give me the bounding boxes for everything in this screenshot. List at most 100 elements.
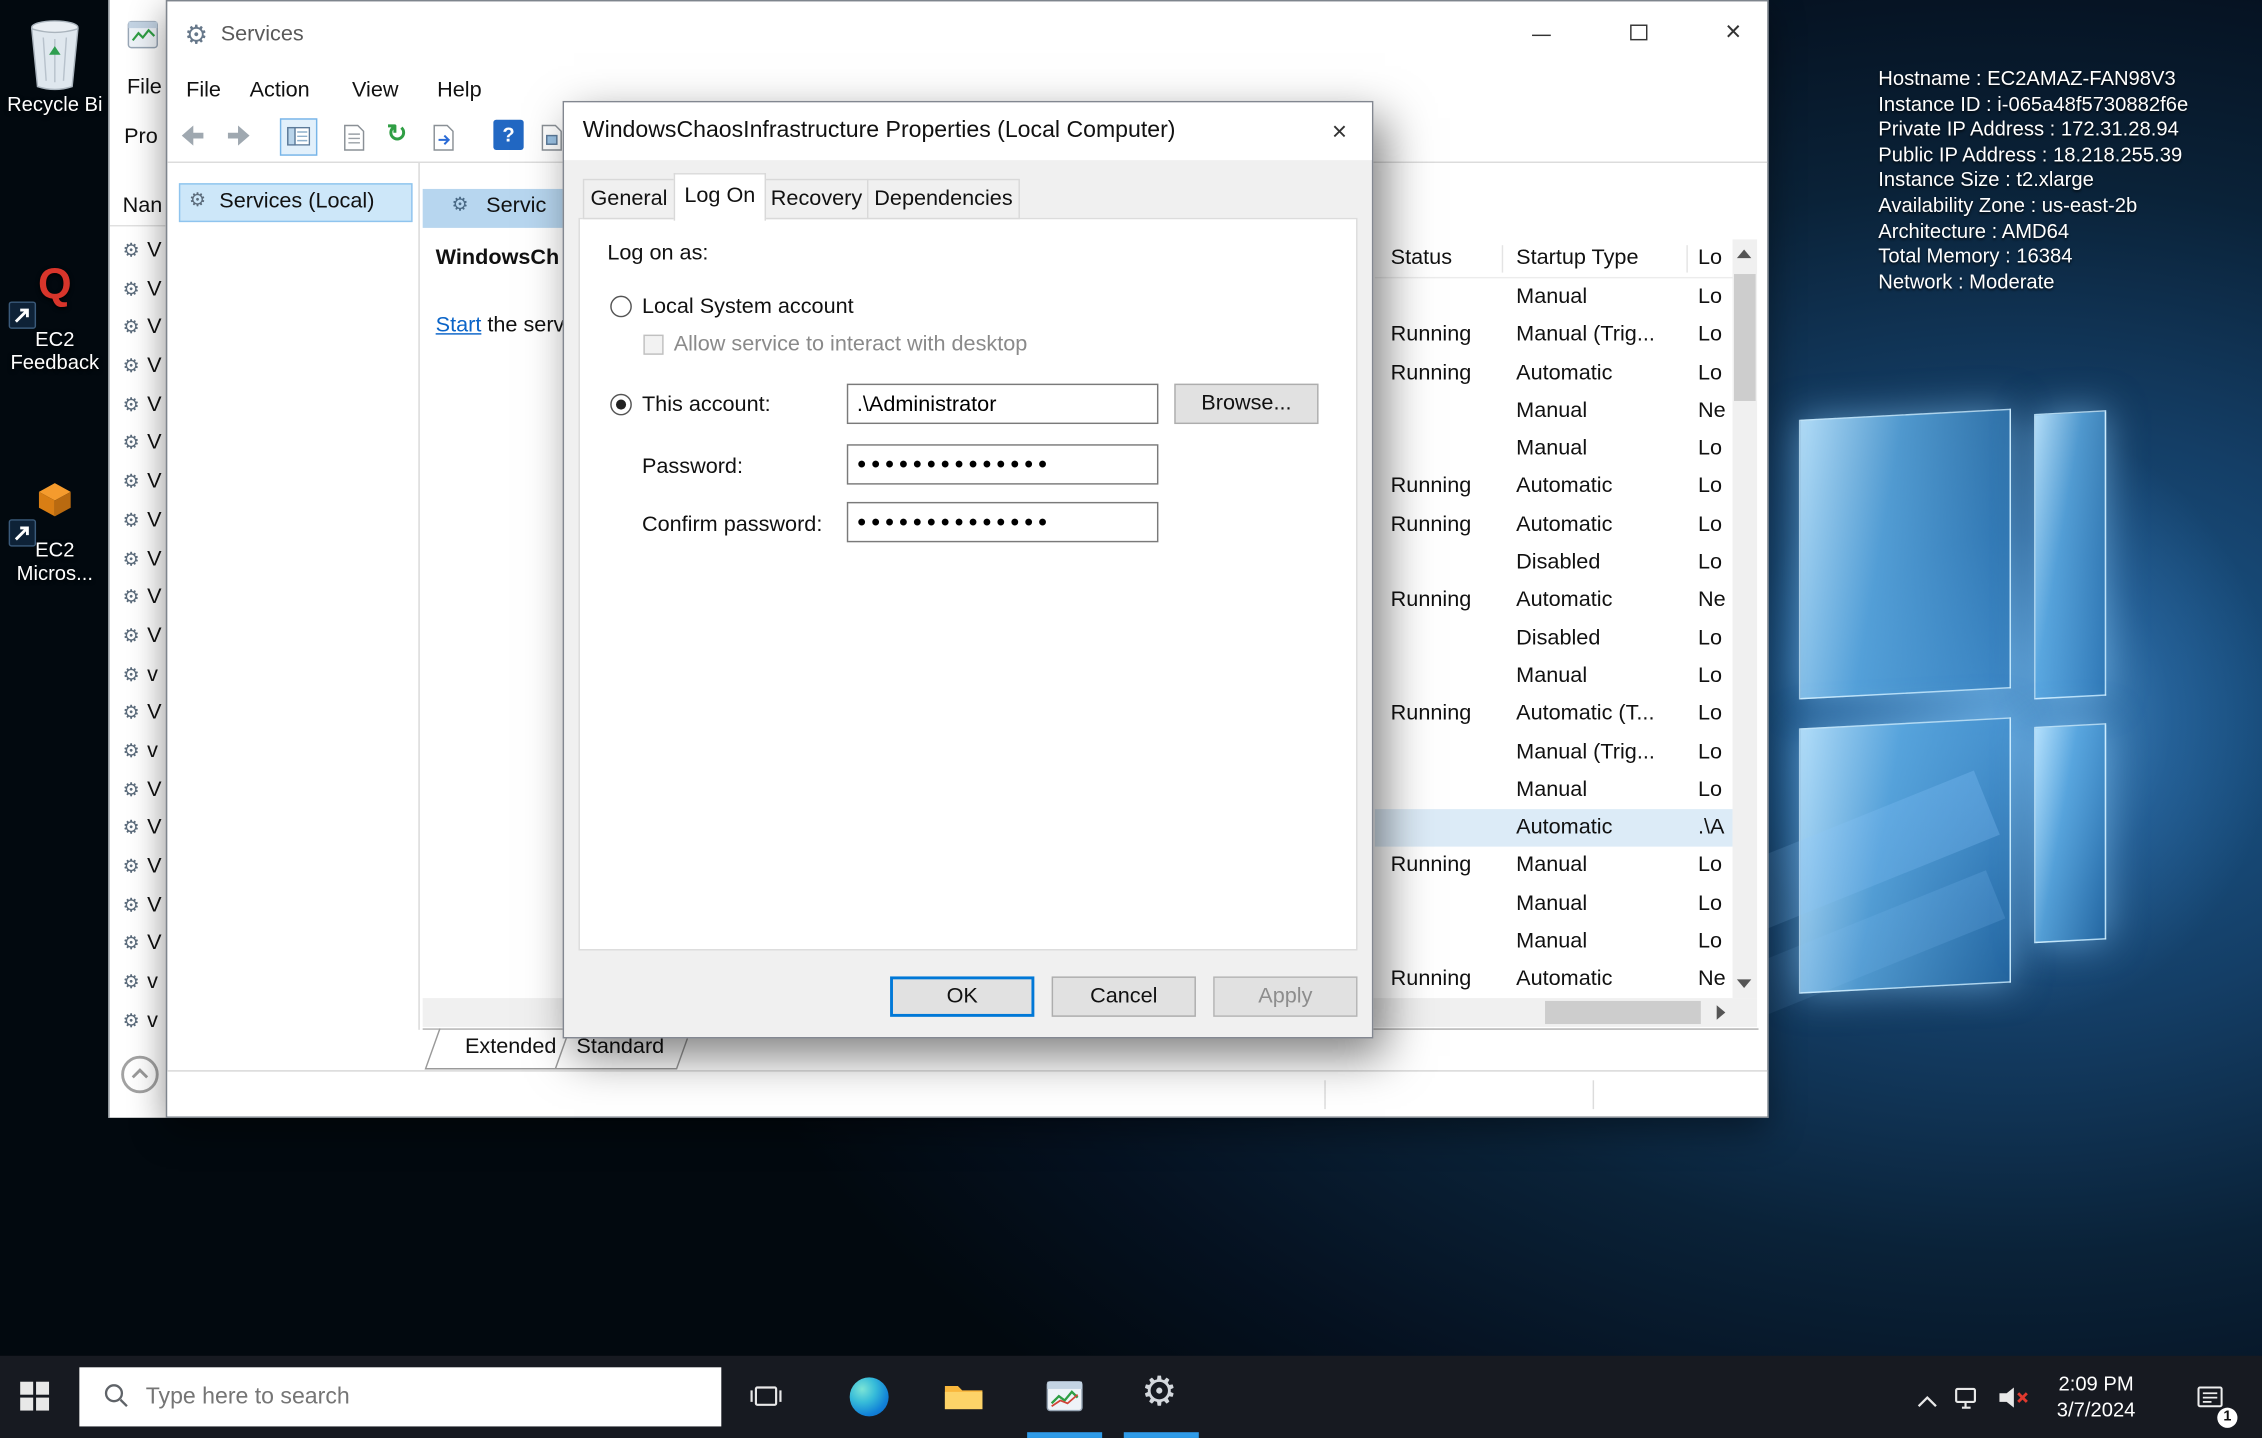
service-list-row[interactable]: Running Automatic (T... Lo — [1375, 696, 1733, 734]
service-list-row[interactable]: Running Automatic Ne — [1375, 582, 1733, 620]
service-list-row[interactable]: Manual Lo — [1375, 278, 1733, 316]
column-divider[interactable] — [1502, 245, 1503, 272]
browse-button[interactable]: Browse... — [1174, 384, 1318, 424]
tree-item-services-local[interactable]: ⚙ Services (Local) — [179, 183, 413, 222]
bg-service-row[interactable]: ⚙ V — [110, 926, 168, 964]
service-list-row[interactable]: Manual (Trig... Lo — [1375, 733, 1733, 771]
start-service-link[interactable]: Start — [436, 313, 482, 338]
search-input[interactable] — [146, 1367, 709, 1426]
bg-service-row[interactable]: ⚙ V — [110, 542, 168, 580]
menu-action[interactable]: Action — [250, 78, 310, 103]
account-input[interactable] — [847, 384, 1159, 424]
bg-service-row[interactable]: ⚙ V — [110, 311, 168, 349]
column-divider[interactable] — [1686, 245, 1687, 272]
service-list-row[interactable]: Running Automatic Lo — [1375, 468, 1733, 506]
menu-view[interactable]: View — [352, 78, 399, 103]
extra-doc-icon[interactable] — [541, 124, 563, 159]
service-list-row[interactable]: Running Automatic Lo — [1375, 354, 1733, 392]
network-icon[interactable] — [1953, 1386, 1982, 1418]
bg-service-row[interactable]: ⚙ V — [110, 272, 168, 310]
clock[interactable]: 2:09 PM 3/7/2024 — [2043, 1370, 2150, 1422]
bg-service-row[interactable]: ⚙ v — [110, 657, 168, 695]
task-view-button[interactable] — [749, 1383, 784, 1416]
forward-button[interactable] — [225, 124, 254, 154]
column-status[interactable]: Status — [1391, 245, 1452, 270]
service-list-row[interactable]: Manual Lo — [1375, 771, 1733, 809]
bg-service-row[interactable]: ⚙ V — [110, 388, 168, 426]
properties-doc-icon[interactable] — [343, 124, 365, 159]
confirm-password-input[interactable] — [847, 502, 1159, 542]
column-log-on-as[interactable]: Lo — [1698, 245, 1722, 270]
this-account-radio[interactable] — [610, 394, 632, 416]
minimize-button[interactable] — [1509, 1, 1574, 64]
show-console-tree-button[interactable] — [280, 118, 318, 155]
bg-service-row[interactable]: ⚙ V — [110, 426, 168, 464]
service-list-row[interactable]: Disabled Lo — [1375, 620, 1733, 658]
bg-service-row[interactable]: ⚙ V — [110, 850, 168, 888]
services-console-taskbar-icon[interactable] — [1046, 1380, 1084, 1419]
service-list-row[interactable]: Disabled Lo — [1375, 544, 1733, 582]
ec2-feedback-icon[interactable]: Q EC2 Feedback — [0, 264, 110, 374]
bg-service-row[interactable]: ⚙ V — [110, 888, 168, 926]
bg-service-row[interactable]: ⚙ V — [110, 349, 168, 387]
bg-service-row[interactable]: ⚙ V — [110, 580, 168, 618]
refresh-icon[interactable]: ↻ — [387, 120, 408, 149]
settings-gear-taskbar-icon[interactable]: ⚙ — [1141, 1367, 1177, 1415]
bg-column-header[interactable]: Nan — [123, 193, 163, 218]
service-list-row[interactable]: Manual Lo — [1375, 923, 1733, 961]
scroll-right-arrow[interactable] — [1717, 1005, 1726, 1019]
service-list-row[interactable]: Manual Ne — [1375, 392, 1733, 430]
scroll-up-arrow[interactable] — [1737, 250, 1751, 259]
menu-help[interactable]: Help — [437, 78, 482, 103]
tab-log-on[interactable]: Log On — [674, 173, 766, 221]
tab-dependencies[interactable]: Dependencies — [867, 179, 1020, 219]
edge-icon[interactable] — [850, 1377, 889, 1416]
service-list-row[interactable]: Running Automatic Ne — [1375, 961, 1733, 999]
volume-muted-icon[interactable] — [1997, 1385, 2030, 1418]
maximize-button[interactable] — [1607, 1, 1672, 64]
tab-extended[interactable]: Extended — [449, 1034, 573, 1059]
tray-expand-icon[interactable] — [1916, 1390, 1939, 1416]
help-icon[interactable]: ? — [493, 120, 523, 150]
scroll-thumb[interactable] — [1545, 1001, 1701, 1024]
dialog-close-button[interactable]: × — [1307, 102, 1372, 160]
bg-service-row[interactable]: ⚙ v — [110, 734, 168, 772]
file-explorer-icon[interactable] — [943, 1380, 983, 1419]
cancel-button[interactable]: Cancel — [1052, 976, 1196, 1016]
bg-service-row[interactable]: ⚙ V — [110, 619, 168, 657]
scroll-thumb[interactable] — [1734, 274, 1756, 401]
local-system-radio[interactable] — [610, 296, 632, 318]
bg-service-row[interactable]: ⚙ V — [110, 503, 168, 541]
collapse-chevron-button[interactable] — [121, 1056, 159, 1093]
local-system-label[interactable]: Local System account — [642, 294, 854, 319]
bg-service-row[interactable]: ⚙ v — [110, 965, 168, 1003]
scroll-down-arrow[interactable] — [1737, 979, 1751, 988]
vertical-scrollbar[interactable] — [1733, 239, 1758, 998]
bg-service-row[interactable]: ⚙ v — [110, 1003, 168, 1041]
recycle-bin-icon[interactable]: Recycle Bi — [0, 17, 110, 115]
close-button[interactable]: × — [1701, 1, 1766, 64]
export-list-icon[interactable] — [433, 124, 458, 159]
column-startup-type[interactable]: Startup Type — [1516, 245, 1638, 270]
start-button[interactable] — [19, 1380, 51, 1419]
bg-service-row[interactable]: ⚙ V — [110, 465, 168, 503]
service-list-row[interactable]: Running Manual Lo — [1375, 847, 1733, 885]
tab-general[interactable]: General — [583, 179, 675, 219]
bg-menu-file[interactable]: File — [127, 75, 162, 100]
service-list-row[interactable]: Manual Lo — [1375, 658, 1733, 696]
this-account-label[interactable]: This account: — [642, 392, 771, 417]
password-input[interactable] — [847, 444, 1159, 484]
bg-service-row[interactable]: ⚙ V — [110, 811, 168, 849]
bg-service-row[interactable]: ⚙ V — [110, 696, 168, 734]
bg-service-row[interactable]: ⚙ V — [110, 773, 168, 811]
service-list-row[interactable]: Automatic .\A — [1375, 809, 1733, 847]
service-list-row[interactable]: Manual Lo — [1375, 885, 1733, 923]
bg-toolbar-label[interactable]: Pro — [124, 124, 158, 149]
service-list-row[interactable]: Running Automatic Lo — [1375, 506, 1733, 544]
bg-service-row[interactable]: ⚙ V — [110, 234, 168, 272]
ok-button[interactable]: OK — [890, 976, 1034, 1016]
taskbar-search[interactable] — [79, 1367, 721, 1426]
tab-recovery[interactable]: Recovery — [765, 179, 869, 219]
service-list-row[interactable]: Running Manual (Trig... Lo — [1375, 316, 1733, 354]
service-list-row[interactable]: Manual Lo — [1375, 430, 1733, 468]
